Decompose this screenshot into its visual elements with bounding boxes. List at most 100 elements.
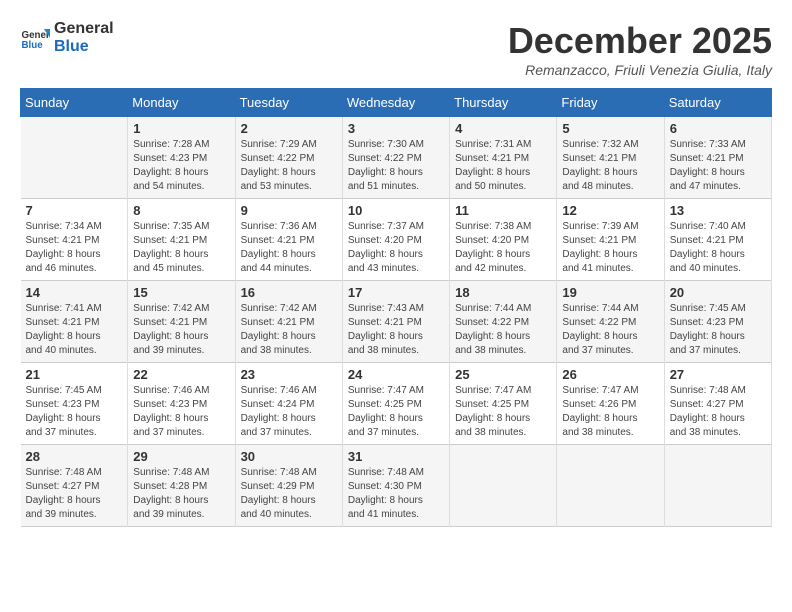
day-number: 31 [348,449,444,464]
calendar-week-row: 1 Sunrise: 7:28 AM Sunset: 4:23 PM Dayli… [21,117,772,199]
calendar-cell [21,117,128,199]
day-info: Sunrise: 7:29 AM Sunset: 4:22 PM Dayligh… [241,138,337,194]
calendar-cell: 24 Sunrise: 7:47 AM Sunset: 4:25 PM Dayl… [342,363,449,445]
calendar-table: SundayMondayTuesdayWednesdayThursdayFrid… [20,88,772,527]
weekday-header-row: SundayMondayTuesdayWednesdayThursdayFrid… [21,89,772,117]
day-number: 17 [348,285,444,300]
weekday-header: Saturday [664,89,771,117]
calendar-cell: 20 Sunrise: 7:45 AM Sunset: 4:23 PM Dayl… [664,281,771,363]
day-info: Sunrise: 7:48 AM Sunset: 4:27 PM Dayligh… [26,466,123,522]
day-info: Sunrise: 7:47 AM Sunset: 4:25 PM Dayligh… [455,384,551,440]
day-number: 1 [133,121,229,136]
calendar-cell: 31 Sunrise: 7:48 AM Sunset: 4:30 PM Dayl… [342,445,449,527]
day-number: 15 [133,285,229,300]
day-number: 9 [241,203,337,218]
day-number: 22 [133,367,229,382]
day-info: Sunrise: 7:48 AM Sunset: 4:28 PM Dayligh… [133,466,229,522]
day-info: Sunrise: 7:46 AM Sunset: 4:24 PM Dayligh… [241,384,337,440]
calendar-week-row: 21 Sunrise: 7:45 AM Sunset: 4:23 PM Dayl… [21,363,772,445]
calendar-cell: 30 Sunrise: 7:48 AM Sunset: 4:29 PM Dayl… [235,445,342,527]
day-info: Sunrise: 7:40 AM Sunset: 4:21 PM Dayligh… [670,220,766,276]
calendar-cell: 11 Sunrise: 7:38 AM Sunset: 4:20 PM Dayl… [450,199,557,281]
calendar-cell: 12 Sunrise: 7:39 AM Sunset: 4:21 PM Dayl… [557,199,664,281]
day-info: Sunrise: 7:32 AM Sunset: 4:21 PM Dayligh… [562,138,658,194]
day-number: 19 [562,285,658,300]
day-info: Sunrise: 7:47 AM Sunset: 4:25 PM Dayligh… [348,384,444,440]
day-info: Sunrise: 7:44 AM Sunset: 4:22 PM Dayligh… [562,302,658,358]
day-number: 12 [562,203,658,218]
calendar-cell: 28 Sunrise: 7:48 AM Sunset: 4:27 PM Dayl… [21,445,128,527]
calendar-cell: 21 Sunrise: 7:45 AM Sunset: 4:23 PM Dayl… [21,363,128,445]
calendar-cell: 6 Sunrise: 7:33 AM Sunset: 4:21 PM Dayli… [664,117,771,199]
day-info: Sunrise: 7:35 AM Sunset: 4:21 PM Dayligh… [133,220,229,276]
day-number: 5 [562,121,658,136]
calendar-cell: 14 Sunrise: 7:41 AM Sunset: 4:21 PM Dayl… [21,281,128,363]
calendar-cell: 1 Sunrise: 7:28 AM Sunset: 4:23 PM Dayli… [128,117,235,199]
calendar-cell: 10 Sunrise: 7:37 AM Sunset: 4:20 PM Dayl… [342,199,449,281]
day-number: 28 [26,449,123,464]
day-number: 2 [241,121,337,136]
calendar-week-row: 14 Sunrise: 7:41 AM Sunset: 4:21 PM Dayl… [21,281,772,363]
day-info: Sunrise: 7:42 AM Sunset: 4:21 PM Dayligh… [241,302,337,358]
calendar-cell: 15 Sunrise: 7:42 AM Sunset: 4:21 PM Dayl… [128,281,235,363]
day-info: Sunrise: 7:34 AM Sunset: 4:21 PM Dayligh… [26,220,123,276]
calendar-cell: 23 Sunrise: 7:46 AM Sunset: 4:24 PM Dayl… [235,363,342,445]
calendar-cell: 3 Sunrise: 7:30 AM Sunset: 4:22 PM Dayli… [342,117,449,199]
svg-text:Blue: Blue [22,39,44,50]
weekday-header: Friday [557,89,664,117]
calendar-cell: 8 Sunrise: 7:35 AM Sunset: 4:21 PM Dayli… [128,199,235,281]
calendar-cell: 7 Sunrise: 7:34 AM Sunset: 4:21 PM Dayli… [21,199,128,281]
weekday-header: Thursday [450,89,557,117]
day-number: 21 [26,367,123,382]
day-info: Sunrise: 7:30 AM Sunset: 4:22 PM Dayligh… [348,138,444,194]
calendar-cell: 25 Sunrise: 7:47 AM Sunset: 4:25 PM Dayl… [450,363,557,445]
day-number: 6 [670,121,766,136]
calendar-cell [664,445,771,527]
day-info: Sunrise: 7:37 AM Sunset: 4:20 PM Dayligh… [348,220,444,276]
calendar-cell: 26 Sunrise: 7:47 AM Sunset: 4:26 PM Dayl… [557,363,664,445]
day-number: 23 [241,367,337,382]
day-number: 10 [348,203,444,218]
day-number: 14 [26,285,123,300]
day-info: Sunrise: 7:48 AM Sunset: 4:27 PM Dayligh… [670,384,766,440]
day-info: Sunrise: 7:39 AM Sunset: 4:21 PM Dayligh… [562,220,658,276]
day-info: Sunrise: 7:48 AM Sunset: 4:30 PM Dayligh… [348,466,444,522]
day-number: 11 [455,203,551,218]
calendar-cell: 5 Sunrise: 7:32 AM Sunset: 4:21 PM Dayli… [557,117,664,199]
weekday-header: Monday [128,89,235,117]
title-area: December 2025 Remanzacco, Friuli Venezia… [508,20,772,78]
logo-text-blue: Blue [54,38,114,56]
day-info: Sunrise: 7:33 AM Sunset: 4:21 PM Dayligh… [670,138,766,194]
day-info: Sunrise: 7:45 AM Sunset: 4:23 PM Dayligh… [26,384,123,440]
day-number: 7 [26,203,123,218]
calendar-cell: 13 Sunrise: 7:40 AM Sunset: 4:21 PM Dayl… [664,199,771,281]
calendar-cell: 16 Sunrise: 7:42 AM Sunset: 4:21 PM Dayl… [235,281,342,363]
calendar-cell: 9 Sunrise: 7:36 AM Sunset: 4:21 PM Dayli… [235,199,342,281]
calendar-cell: 19 Sunrise: 7:44 AM Sunset: 4:22 PM Dayl… [557,281,664,363]
calendar-cell: 22 Sunrise: 7:46 AM Sunset: 4:23 PM Dayl… [128,363,235,445]
calendar-cell: 29 Sunrise: 7:48 AM Sunset: 4:28 PM Dayl… [128,445,235,527]
calendar-cell [557,445,664,527]
day-number: 24 [348,367,444,382]
day-info: Sunrise: 7:28 AM Sunset: 4:23 PM Dayligh… [133,138,229,194]
calendar-cell [450,445,557,527]
day-number: 4 [455,121,551,136]
day-info: Sunrise: 7:31 AM Sunset: 4:21 PM Dayligh… [455,138,551,194]
calendar-cell: 27 Sunrise: 7:48 AM Sunset: 4:27 PM Dayl… [664,363,771,445]
day-info: Sunrise: 7:47 AM Sunset: 4:26 PM Dayligh… [562,384,658,440]
day-info: Sunrise: 7:36 AM Sunset: 4:21 PM Dayligh… [241,220,337,276]
day-info: Sunrise: 7:45 AM Sunset: 4:23 PM Dayligh… [670,302,766,358]
day-number: 25 [455,367,551,382]
location: Remanzacco, Friuli Venezia Giulia, Italy [508,62,772,78]
header: General Blue General Blue December 2025 … [20,20,772,78]
day-number: 18 [455,285,551,300]
day-number: 30 [241,449,337,464]
day-number: 16 [241,285,337,300]
day-info: Sunrise: 7:43 AM Sunset: 4:21 PM Dayligh… [348,302,444,358]
logo-text-general: General [54,20,114,38]
day-number: 29 [133,449,229,464]
calendar-cell: 17 Sunrise: 7:43 AM Sunset: 4:21 PM Dayl… [342,281,449,363]
logo: General Blue General Blue [20,20,114,55]
day-info: Sunrise: 7:46 AM Sunset: 4:23 PM Dayligh… [133,384,229,440]
day-number: 26 [562,367,658,382]
